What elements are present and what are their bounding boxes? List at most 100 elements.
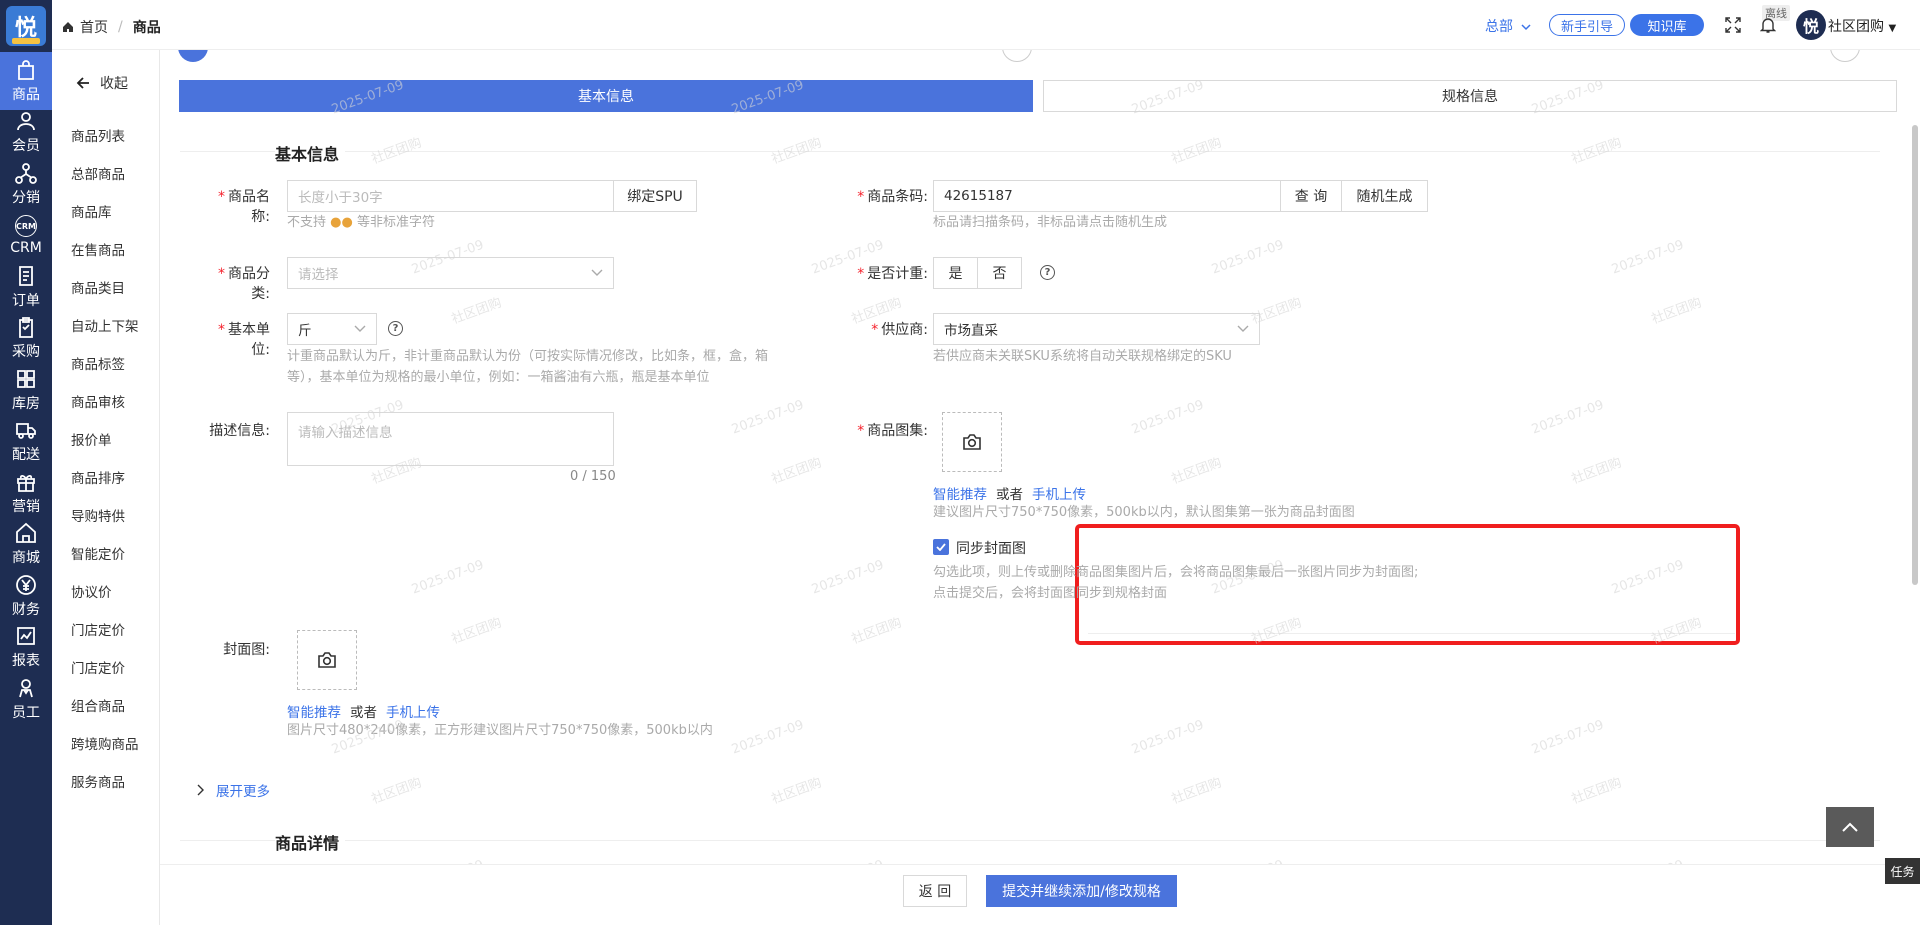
- submenu-item[interactable]: 自动上下架: [71, 315, 139, 335]
- description-textarea[interactable]: 请输入描述信息: [287, 412, 614, 466]
- account-menu[interactable]: 社区团购 ▼: [1828, 16, 1896, 36]
- gallery-smart-recommend-link[interactable]: 智能推荐: [933, 483, 987, 503]
- product-name-input[interactable]: 长度小于30字: [287, 180, 614, 212]
- submit-button[interactable]: 提交并继续添加/修改规格: [986, 875, 1177, 907]
- chevron-up-icon: [1842, 822, 1858, 832]
- rail-item-label: CRM: [10, 240, 42, 256]
- submenu-item[interactable]: 报价单: [71, 429, 112, 449]
- tab-basic-info[interactable]: 基本信息: [179, 80, 1033, 112]
- hq-dropdown[interactable]: 总部: [1485, 16, 1531, 36]
- guide-button[interactable]: 新手引导: [1549, 14, 1625, 36]
- submenu-item[interactable]: 商品列表: [71, 125, 125, 145]
- bell-icon[interactable]: [1760, 16, 1776, 34]
- rail-item-9[interactable]: 营销: [0, 464, 52, 522]
- submenu-item[interactable]: 组合商品: [71, 695, 125, 715]
- watermark-date: 2025-07-09: [1129, 397, 1206, 438]
- watermark-date: 2025-07-09: [409, 557, 486, 598]
- submenu-item[interactable]: 服务商品: [71, 771, 125, 791]
- main-nav-rail: 悦 商品 会员 分销 CRM CRM 订单 采购 库房 配送 营销 商城 财务 报表 员工: [0, 0, 52, 925]
- rail-item-3[interactable]: 分销: [0, 155, 52, 213]
- rail-item-12[interactable]: 报表: [0, 619, 52, 677]
- submenu-item[interactable]: 商品审核: [71, 391, 125, 411]
- submenu-item[interactable]: 智能定价: [71, 543, 125, 563]
- submenu-item[interactable]: 商品标签: [71, 353, 125, 373]
- knowledge-base-button[interactable]: 知识库: [1630, 14, 1704, 36]
- avatar[interactable]: 悦: [1796, 10, 1826, 40]
- submenu-item[interactable]: 商品类目: [71, 277, 125, 297]
- rail-item-1[interactable]: 商品: [0, 52, 52, 110]
- product-name-hint: 不支持 ●● 等非标准字符: [287, 215, 435, 230]
- question-icon[interactable]: ?: [388, 321, 403, 336]
- crm-icon: CRM: [15, 215, 37, 237]
- weighed-yes-button[interactable]: 是: [933, 257, 978, 289]
- rail-item-5[interactable]: 订单: [0, 258, 52, 316]
- supplier-hint: 若供应商未关联SKU系统将自动关联规格绑定的SKU: [933, 349, 1232, 364]
- chevron-down-icon: [354, 325, 366, 332]
- rail-item-7[interactable]: 库房: [0, 361, 52, 419]
- weighed-no-button[interactable]: 否: [977, 257, 1022, 289]
- tab-spec-info[interactable]: 规格信息: [1043, 80, 1897, 112]
- description-counter: 0 / 150: [570, 469, 616, 484]
- unit-select[interactable]: 斤: [287, 313, 377, 345]
- yen-icon: [16, 574, 36, 595]
- rail-item-label: 库房: [12, 395, 40, 412]
- rail-item-13[interactable]: 员工: [0, 670, 52, 728]
- watermark-date: 2025-07-09: [1609, 237, 1686, 278]
- watermark-date: 2025-07-09: [1209, 237, 1286, 278]
- gallery-upload[interactable]: [942, 412, 1002, 472]
- chevron-down-icon: [1237, 325, 1249, 332]
- clipboard-icon: [19, 317, 33, 338]
- breadcrumb: 首页 / 商品: [62, 17, 161, 37]
- submenu-item[interactable]: 门店定价: [71, 619, 125, 639]
- submenu-item[interactable]: 在售商品: [71, 239, 125, 259]
- gallery-hint: 建议图片尺寸750*750像素，500kb以内，默认图集第一张为商品封面图: [933, 505, 1355, 520]
- fullscreen-icon[interactable]: [1725, 17, 1741, 33]
- section-title-detail: 商品详情: [275, 830, 346, 854]
- category-select[interactable]: 请选择: [287, 257, 614, 289]
- rail-item-8[interactable]: 配送: [0, 413, 52, 471]
- back-to-top-button[interactable]: [1826, 807, 1874, 847]
- product-name-label: * 商品名称:: [218, 189, 270, 225]
- rail-item-6[interactable]: 采购: [0, 310, 52, 368]
- rail-item-10[interactable]: 商城: [0, 516, 52, 574]
- submenu-item[interactable]: 跨境购商品: [71, 733, 139, 753]
- collapse-button[interactable]: 收起: [76, 73, 128, 93]
- sync-cover-label[interactable]: 同步封面图: [956, 538, 1026, 558]
- rail-item-2[interactable]: 会员: [0, 104, 52, 162]
- supplier-select[interactable]: 市场直采: [933, 313, 1260, 345]
- rail-item-11[interactable]: 财务: [0, 567, 52, 625]
- barcode-input[interactable]: 42615187: [933, 180, 1281, 212]
- cover-mobile-upload-link[interactable]: 手机上传: [386, 701, 440, 721]
- submenu-item[interactable]: 商品排序: [71, 467, 125, 487]
- breadcrumb-home[interactable]: 首页: [80, 17, 108, 37]
- watermark-name: 社区团购: [1569, 775, 1624, 808]
- watermark-name: 社区团购: [769, 135, 824, 168]
- question-icon[interactable]: ?: [1040, 265, 1055, 280]
- bind-spu-button[interactable]: 绑定SPU: [613, 180, 697, 212]
- watermark-date: 2025-07-09: [729, 717, 806, 758]
- watermark-name: 社区团购: [769, 455, 824, 488]
- task-button[interactable]: 任务: [1885, 858, 1920, 884]
- submenu-item[interactable]: 导购特供: [71, 505, 125, 525]
- gallery-mobile-upload-link[interactable]: 手机上传: [1032, 483, 1086, 503]
- category-label: * 商品分类:: [218, 266, 270, 302]
- query-button[interactable]: 查 询: [1280, 180, 1342, 212]
- cover-upload[interactable]: [297, 630, 357, 690]
- unit-label: * 基本单位:: [218, 322, 270, 358]
- submenu-item[interactable]: 协议价: [71, 581, 112, 601]
- submenu-item[interactable]: 商品库: [71, 201, 112, 221]
- submenu-item[interactable]: 门店定价: [71, 657, 125, 677]
- rail-item-4[interactable]: CRM CRM: [0, 207, 52, 265]
- sub-menu: 收起 商品列表总部商品商品库在售商品商品类目自动上下架商品标签商品审核报价单商品…: [52, 0, 160, 925]
- sync-cover-checkbox[interactable]: [933, 539, 949, 555]
- scrollbar[interactable]: [1912, 125, 1918, 585]
- camera-icon: [318, 652, 336, 668]
- back-button[interactable]: 返 回: [903, 875, 967, 907]
- watermark-name: 社区团购: [1649, 295, 1704, 328]
- rail-item-label: 商城: [12, 550, 40, 566]
- step-1-indicator: [178, 50, 208, 62]
- cover-smart-recommend-link[interactable]: 智能推荐: [287, 701, 341, 721]
- submenu-item[interactable]: 总部商品: [71, 163, 125, 183]
- expand-more-link[interactable]: 展开更多: [196, 780, 270, 800]
- random-generate-button[interactable]: 随机生成: [1341, 180, 1428, 212]
